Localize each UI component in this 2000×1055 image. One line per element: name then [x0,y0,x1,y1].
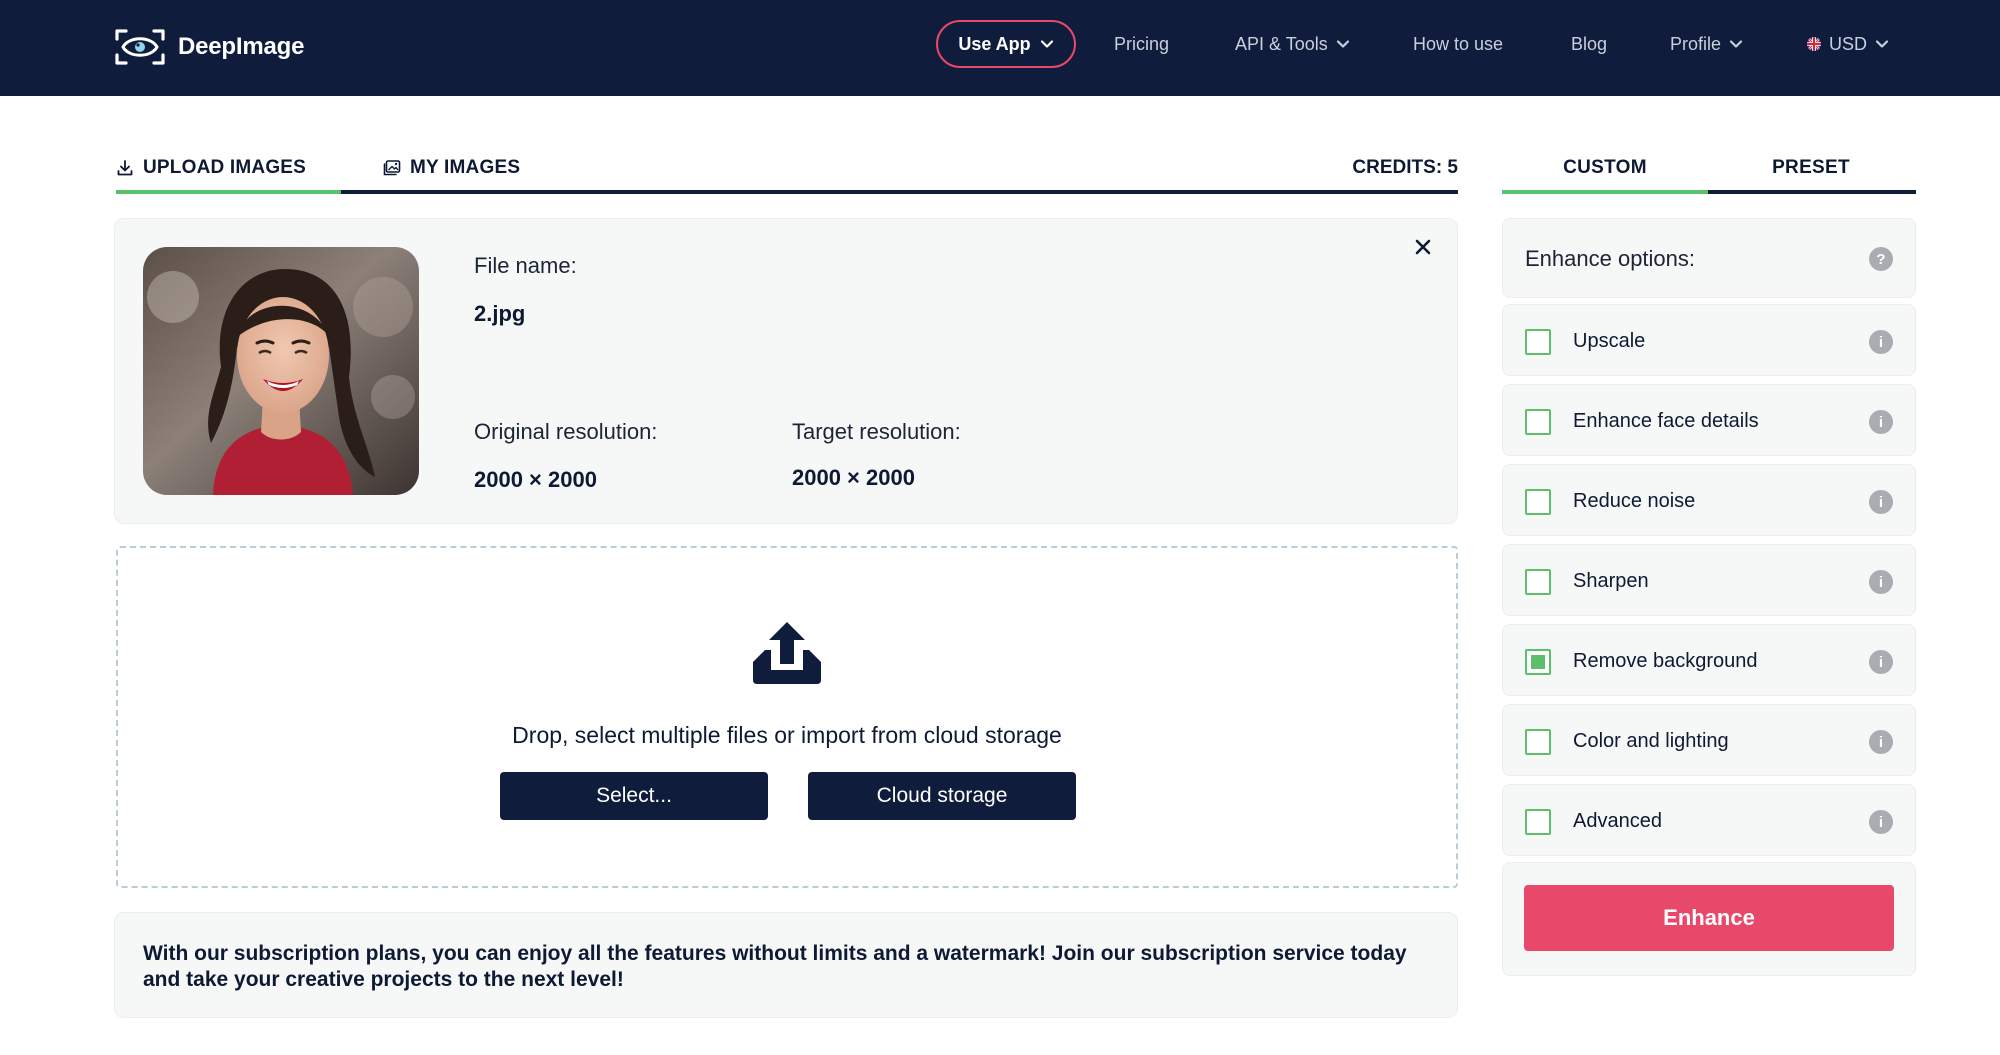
info-icon[interactable]: i [1869,330,1893,354]
drop-instructions: Drop, select multiple files or import fr… [512,722,1062,748]
nav-profile[interactable]: Profile [1670,28,1743,60]
sharpen-label: Sharpen [1573,569,1649,592]
tab-upload-active-indicator [116,190,341,194]
remove-file-button[interactable] [1409,233,1437,261]
upscale-label: Upscale [1573,329,1646,352]
nav-blog[interactable]: Blog [1571,28,1607,60]
option-enhance-face-details[interactable]: Enhance face details i [1502,384,1916,456]
info-icon[interactable]: i [1869,650,1893,674]
upload-tray-icon [753,622,821,684]
nav-how-to-use[interactable]: How to use [1413,28,1503,60]
download-tray-icon [117,160,133,176]
tab-preset-label: PRESET [1772,157,1850,178]
cloud-storage-button[interactable]: Cloud storage [808,772,1076,820]
tab-upload-images[interactable]: UPLOAD IMAGES [116,154,306,182]
nav-currency[interactable]: USD [1807,28,1889,60]
file-name-value: 2.jpg [474,301,526,326]
original-resolution-label: Original resolution: [474,419,658,444]
remove-background-label: Remove background [1573,649,1758,672]
enhance-button-container: Enhance [1502,862,1916,976]
color-and-lighting-checkbox[interactable] [1525,729,1551,755]
nav-blog-label: Blog [1571,33,1608,54]
tab-custom-active-indicator [1502,190,1708,194]
nav-how-to-use-label: How to use [1413,33,1504,54]
enhance-face-details-checkbox[interactable] [1525,409,1551,435]
close-icon [1415,239,1431,255]
enhance-options-title: Enhance options: [1525,246,1696,271]
subscription-promo-text: With our subscription plans, you can enj… [143,942,1407,991]
select-files-button[interactable]: Select... [500,772,768,820]
chevron-down-icon [1336,40,1349,48]
chevron-down-icon [1729,40,1743,48]
nav-pricing[interactable]: Pricing [1114,28,1169,60]
reduce-noise-label: Reduce noise [1573,489,1696,512]
enhance-face-details-label: Enhance face details [1573,409,1759,432]
option-color-and-lighting[interactable]: Color and lighting i [1502,704,1916,776]
info-icon[interactable]: i [1869,410,1893,434]
tab-upload-images-label: UPLOAD IMAGES [143,157,307,178]
tab-my-images-label: MY IMAGES [410,157,521,178]
chevron-down-icon [1040,40,1053,48]
top-navbar: DeepImage Use App Pricing API & Tools Ho… [0,0,2000,96]
color-and-lighting-label: Color and lighting [1573,729,1729,752]
tabs-underline [341,190,1458,194]
info-icon[interactable]: i [1869,730,1893,754]
subscription-promo: With our subscription plans, you can enj… [114,912,1458,1018]
info-icon[interactable]: i [1869,570,1893,594]
file-card: File name: 2.jpg Original resolution: 20… [114,218,1458,524]
tab-custom-label: CUSTOM [1563,157,1647,178]
panel-tabs-underline [1708,190,1916,194]
upscale-checkbox[interactable] [1525,329,1551,355]
nav-profile-label: Profile [1670,33,1722,54]
eye-scan-icon [115,29,165,65]
target-resolution-value: 2000 × 2000 [792,465,915,490]
nav-api-tools-label: API & Tools [1235,33,1328,54]
help-icon[interactable]: ? [1869,247,1893,271]
reduce-noise-checkbox[interactable] [1525,489,1551,515]
use-app-label: Use App [958,33,1031,54]
uk-flag-icon [1807,37,1821,51]
advanced-label: Advanced [1573,809,1662,832]
nav-pricing-label: Pricing [1114,33,1170,54]
option-upscale[interactable]: Upscale i [1502,304,1916,376]
tab-preset[interactable]: PRESET [1708,154,1914,182]
file-name-label: File name: [474,253,577,278]
info-icon[interactable]: i [1869,490,1893,514]
nav-api-tools[interactable]: API & Tools [1235,28,1350,60]
brand-logo[interactable]: DeepImage [114,22,304,72]
option-reduce-noise[interactable]: Reduce noise i [1502,464,1916,536]
remove-background-checkbox[interactable] [1525,649,1551,675]
image-gallery-icon [383,160,401,176]
nav-currency-label: USD [1829,33,1868,54]
tab-my-images[interactable]: MY IMAGES [383,154,520,182]
portrait-photo [143,247,419,495]
option-remove-background[interactable]: Remove background i [1502,624,1916,696]
brand-name: DeepImage [178,33,305,60]
sharpen-checkbox[interactable] [1525,569,1551,595]
target-resolution-label: Target resolution: [792,419,961,444]
credits-counter: CREDITS: 5 [1352,157,1458,178]
advanced-checkbox[interactable] [1525,809,1551,835]
chevron-down-icon [1875,40,1889,48]
option-advanced[interactable]: Advanced i [1502,784,1916,856]
use-app-button[interactable]: Use App [936,20,1076,68]
image-thumbnail[interactable] [143,247,419,495]
file-drop-zone[interactable]: Drop, select multiple files or import fr… [116,546,1458,888]
original-resolution-value: 2000 × 2000 [474,467,597,492]
enhance-options-header: Enhance options: ? [1502,218,1916,298]
tab-custom[interactable]: CUSTOM [1502,154,1708,182]
info-icon[interactable]: i [1869,810,1893,834]
enhance-button[interactable]: Enhance [1524,885,1894,951]
option-sharpen[interactable]: Sharpen i [1502,544,1916,616]
